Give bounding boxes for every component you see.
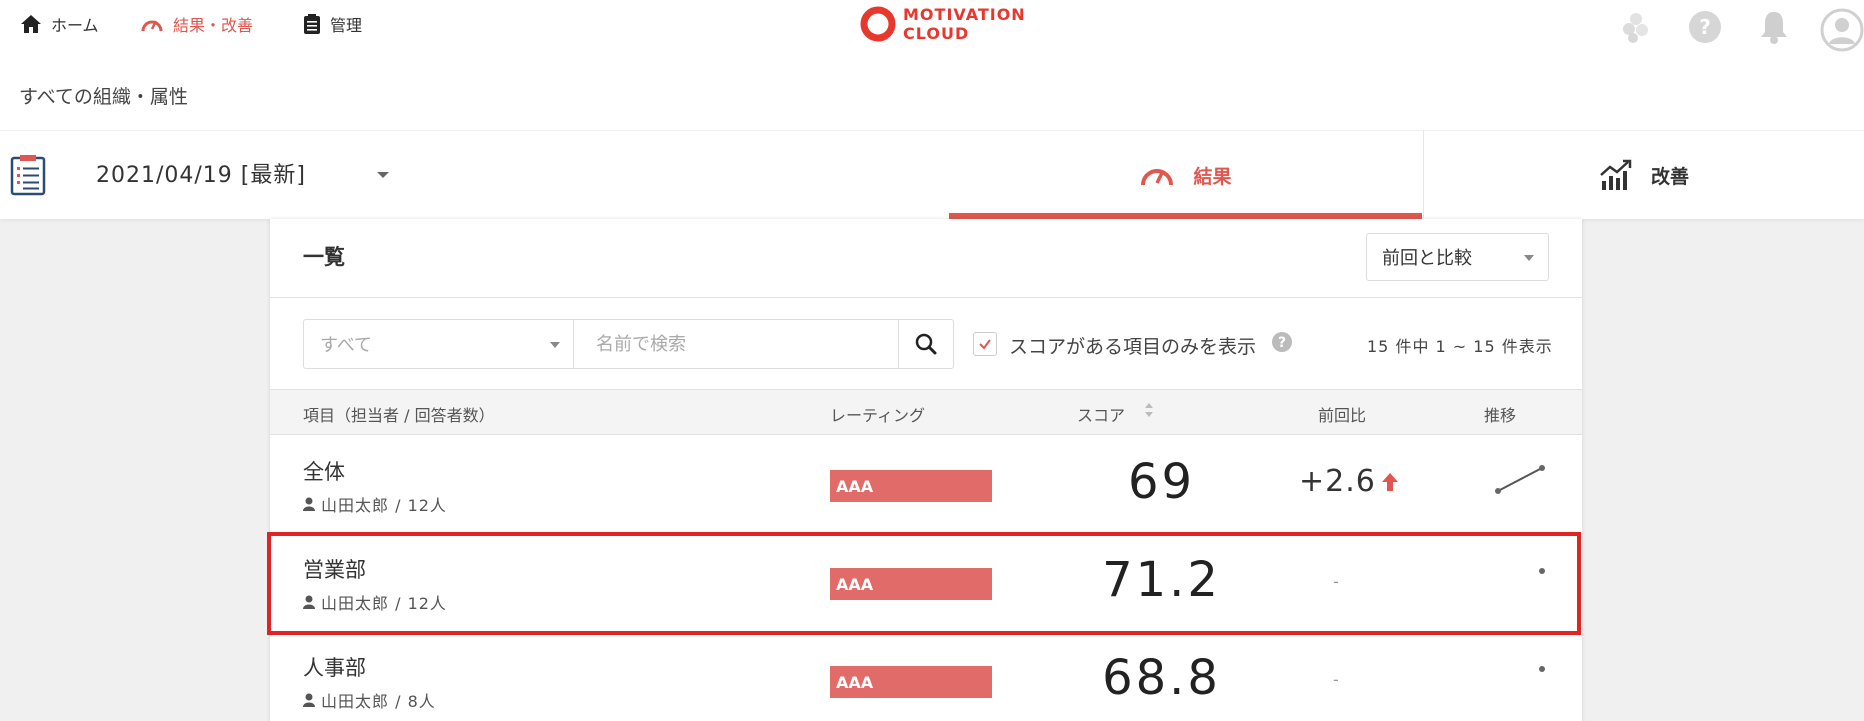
help-icon[interactable]: ? — [1688, 8, 1722, 50]
tab-improve-label: 改善 — [1650, 165, 1689, 188]
category-filter-label: すべて — [320, 335, 373, 356]
trend-sparkline — [1490, 456, 1550, 500]
survey-list-icon — [10, 154, 46, 200]
nav-results-improve-label: 結果・改善 — [173, 16, 254, 35]
row-diff: +2.6 — [1299, 464, 1400, 499]
th-diff: 前回比 — [1318, 406, 1367, 425]
gauge-icon — [1141, 169, 1174, 186]
row-owner-text: 山田太郎 / 12人 — [321, 594, 447, 613]
chevron-down-icon — [550, 342, 560, 348]
row-owner: 山田太郎 / 8人 — [303, 688, 436, 712]
row-owner: 山田太郎 / 12人 — [303, 590, 447, 614]
category-filter-select[interactable]: すべて — [303, 319, 574, 369]
row-score: 71.2 — [1102, 552, 1221, 608]
trend-sparkline — [1490, 652, 1550, 696]
table-header: 項目（担当者 / 回答者数） レーティング スコア 前回比 推移 — [270, 389, 1582, 435]
gauge-icon — [141, 20, 163, 32]
top-navigation: ホーム 結果・改善 管理 MOTIVATION CLOUD ? — [0, 0, 1864, 62]
result-count: 15 件中 1 ~ 15 件表示 — [1367, 337, 1553, 356]
checkmark-icon — [979, 339, 991, 350]
row-owner-text: 山田太郎 / 12人 — [321, 496, 447, 515]
clipboard-icon — [304, 14, 320, 34]
nav-manage-label: 管理 — [330, 16, 363, 35]
row-owner-text: 山田太郎 / 8人 — [321, 692, 436, 711]
table-row[interactable]: 人事部 山田太郎 / 8人 AAA 68.8 - — [270, 632, 1582, 721]
arrow-up-icon — [1381, 472, 1398, 491]
rating-bar: AAA — [830, 568, 992, 600]
search-icon — [915, 333, 937, 355]
chevron-down-icon — [1524, 255, 1534, 261]
logo-text: MOTIVATION CLOUD — [903, 5, 1026, 43]
table-row[interactable]: 営業部 山田太郎 / 12人 AAA 71.2 - — [270, 534, 1582, 632]
bell-icon[interactable] — [1757, 8, 1791, 50]
person-icon — [303, 497, 315, 511]
divider — [270, 297, 1582, 298]
logo-line2: CLOUD — [903, 24, 970, 43]
chevron-down-icon[interactable] — [377, 172, 389, 178]
sort-icon[interactable] — [1144, 401, 1154, 423]
th-rating: レーティング — [830, 406, 926, 425]
row-diff: - — [1333, 572, 1339, 591]
nav-home[interactable]: ホーム — [20, 12, 99, 36]
search-button[interactable] — [898, 319, 954, 369]
card-title: 一覧 — [303, 245, 345, 269]
tab-results[interactable]: 結果 — [949, 131, 1422, 219]
score-only-checkbox[interactable] — [973, 332, 997, 356]
avatar-icon[interactable] — [1820, 8, 1864, 56]
breadcrumb[interactable]: すべての組織・属性 — [19, 82, 188, 109]
row-name[interactable]: 全体 — [303, 456, 345, 486]
home-icon — [21, 15, 41, 33]
results-list-card: 一覧 前回と比較 すべて スコアがある項目のみを表示 ? 15 件中 1 ~ 1… — [270, 219, 1582, 721]
trend-sparkline — [1490, 554, 1550, 598]
row-name[interactable]: 人事部 — [303, 652, 366, 682]
th-trend: 推移 — [1484, 406, 1517, 425]
row-diff: - — [1333, 670, 1339, 689]
th-item: 項目（担当者 / 回答者数） — [303, 406, 495, 425]
breadcrumb-band: すべての組織・属性 — [0, 62, 1864, 130]
tab-results-label: 結果 — [1193, 165, 1232, 188]
row-diff-value: +2.6 — [1299, 464, 1376, 499]
nav-manage[interactable]: 管理 — [303, 12, 362, 36]
logo-ring-icon — [860, 6, 896, 42]
survey-subheader: 2021/04/19 [最新] 結果 改善 — [0, 131, 1864, 219]
row-score: 69 — [1127, 454, 1196, 510]
svg-text:?: ? — [1699, 15, 1711, 39]
person-icon — [303, 693, 315, 707]
growth-chart-icon — [1600, 159, 1632, 190]
nav-results-improve[interactable]: 結果・改善 — [140, 12, 253, 36]
row-name[interactable]: 営業部 — [303, 554, 366, 584]
logo-line1: MOTIVATION — [903, 5, 1026, 24]
score-only-label[interactable]: スコアがある項目のみを表示 — [1009, 332, 1256, 359]
motivation-cloud-logo[interactable]: MOTIVATION CLOUD — [859, 5, 1026, 43]
svg-text:?: ? — [1278, 335, 1286, 351]
tab-improve[interactable]: 改善 — [1423, 131, 1864, 219]
row-score: 68.8 — [1102, 650, 1221, 706]
help-icon[interactable]: ? — [1271, 331, 1293, 357]
survey-date-select[interactable]: 2021/04/19 [最新] — [96, 157, 306, 189]
person-icon — [303, 595, 315, 609]
rating-bar: AAA — [830, 470, 992, 502]
nav-home-label: ホーム — [51, 16, 99, 35]
table-row[interactable]: 全体 山田太郎 / 12人 AAA 69 +2.6 — [270, 436, 1582, 534]
row-owner: 山田太郎 / 12人 — [303, 492, 447, 516]
puzzle-icon[interactable] — [1620, 8, 1652, 50]
th-score[interactable]: スコア — [1077, 402, 1125, 426]
compare-select[interactable]: 前回と比較 — [1366, 233, 1549, 281]
name-search-input[interactable] — [573, 319, 899, 369]
rating-bar: AAA — [830, 666, 992, 698]
compare-select-label: 前回と比較 — [1382, 248, 1472, 269]
